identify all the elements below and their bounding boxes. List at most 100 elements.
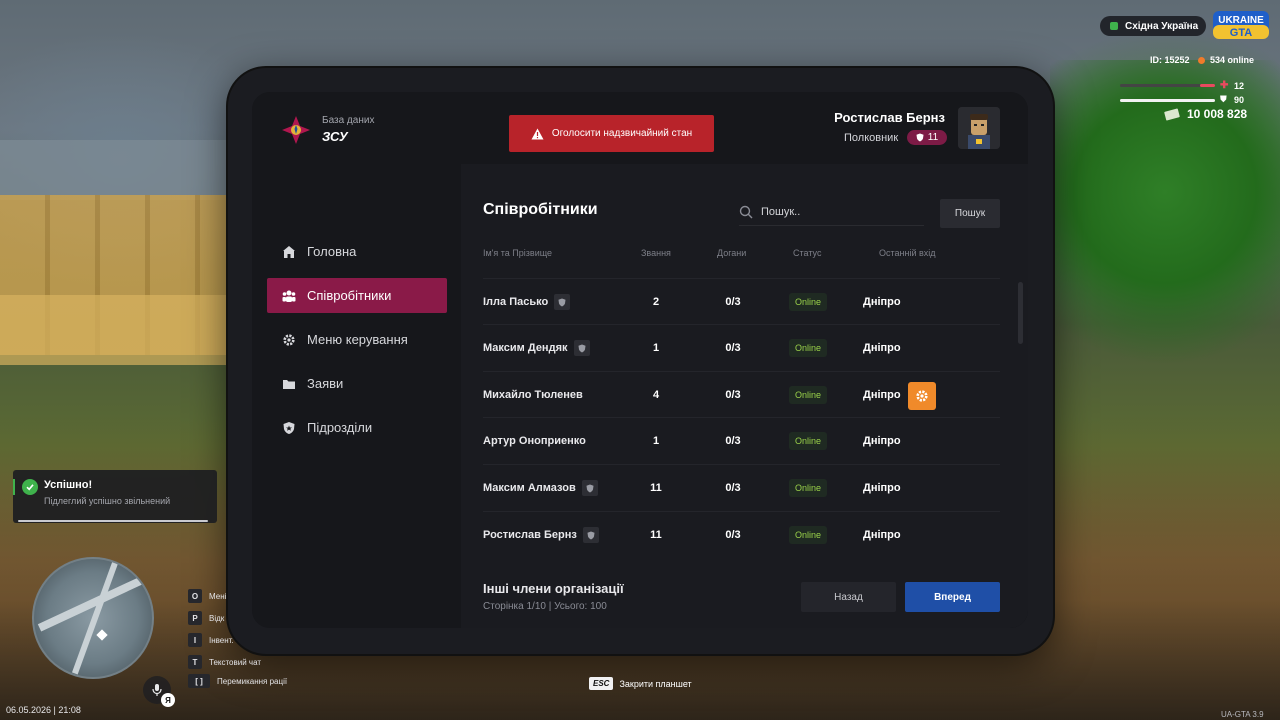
money-icon [1164, 107, 1180, 121]
table-row[interactable]: Ілла Пасько 2 0/3 Online Дніпро [483, 278, 1000, 325]
employee-last-login: Дніпро [863, 435, 901, 447]
health-icon: ✚ [1220, 80, 1229, 91]
rank-badge: 11 [907, 130, 947, 145]
employee-last-login: Дніпро [863, 482, 901, 494]
employee-name: Артур Оноприенко [483, 435, 586, 447]
column-header-status: Статус [793, 248, 822, 258]
check-icon [22, 479, 38, 495]
employee-name: Максим Алмазов [483, 465, 598, 511]
version-label: UA-GTA 3.9 [1221, 710, 1264, 719]
sidebar-item-applications[interactable]: Заяви [267, 366, 447, 401]
employee-rank: 4 [652, 389, 660, 401]
datetime: 06.05.2026 | 21:08 [6, 705, 81, 715]
table-row[interactable]: Михайло Тюленев 4 0/3 Online Дніпро [483, 371, 1000, 418]
sidebar-item-home[interactable]: Головна [267, 234, 447, 269]
minimap [32, 557, 154, 679]
sidebar-item-units[interactable]: Підрозділи [267, 410, 447, 445]
shield-icon [281, 420, 297, 436]
search-icon [739, 205, 753, 219]
table-row[interactable]: Максим Дендяк 1 0/3 Online Дніпро [483, 324, 1000, 371]
svg-text:GTA: GTA [1230, 27, 1252, 39]
toast-title: Успішно! [44, 479, 93, 491]
other-members-title: Інші члени організації [483, 581, 624, 596]
region-label: Східна Україна [1125, 20, 1199, 32]
background-building-low [0, 295, 235, 365]
status-badge: Online [789, 465, 828, 511]
employee-reprimands: 0/3 [725, 296, 741, 308]
success-toast: Успішно! Підлеглий успішно звільнений [13, 470, 217, 523]
employee-rank: 11 [650, 482, 662, 494]
toast-message: Підлеглий успішно звільнений [44, 496, 171, 506]
shield-icon [573, 340, 590, 356]
key-hint: O Мені [188, 589, 226, 603]
online-label: 534 online [1210, 55, 1255, 65]
money-value: 10 008 828 [1187, 107, 1248, 121]
health-value: 12 [1234, 81, 1245, 91]
sidebar-item-label: Підрозділи [307, 420, 373, 435]
search-input[interactable] [759, 205, 913, 219]
game-logo: UKRAINE GTA [1212, 10, 1270, 40]
employee-name: Ростислав Бернз [483, 512, 599, 558]
gear-icon [281, 332, 297, 348]
employee-rank: 11 [650, 529, 662, 541]
search-button[interactable]: Пошук [940, 199, 1000, 228]
toast-stripe [13, 479, 15, 495]
back-button[interactable]: Назад [801, 582, 896, 612]
shield-icon [554, 294, 571, 310]
column-header-last-login: Останній вхід [879, 248, 936, 258]
user-rank: Полковник [844, 132, 899, 144]
armor-bar [1120, 99, 1215, 102]
employee-reprimands: 0/3 [725, 482, 741, 494]
next-button[interactable]: Вперед [905, 582, 1000, 612]
page-info: Сторінка 1/10 | Усього: 100 [483, 601, 607, 612]
close-tablet-label: Закрити планшет [619, 678, 692, 689]
svg-text:UKRAINE: UKRAINE [1218, 15, 1264, 26]
warning-icon [531, 128, 544, 139]
sidebar: База даних ЗСУ Головна Співробітники Мен… [252, 92, 460, 628]
sidebar-item-label: Меню керування [307, 332, 408, 347]
esc-key: ESC [589, 677, 614, 690]
player-marker-icon [96, 629, 108, 641]
sidebar-item-label: Заяви [307, 376, 344, 391]
voice-badge: Я [161, 693, 175, 707]
emergency-label: Оголосити надзвичайний стан [551, 128, 693, 139]
column-header-reprimands: Догани [717, 248, 747, 258]
employee-last-login: Дніпро [863, 389, 901, 401]
shield-icon [582, 527, 599, 543]
emblem-logo [280, 114, 312, 146]
page-title: Співробітники [483, 201, 598, 218]
brand-subtitle: База даних [322, 115, 375, 126]
key-hint: P Відк [188, 611, 224, 625]
employee-name: Максим Дендяк [483, 325, 590, 371]
table-row[interactable]: Максим Алмазов 11 0/3 Online Дніпро [483, 464, 1000, 511]
avatar[interactable] [958, 107, 1000, 149]
money-display: 10 008 828 [1164, 107, 1248, 121]
user-name: Ростислав Бернз [834, 110, 945, 125]
search-box [739, 199, 924, 226]
employee-settings-button[interactable] [908, 382, 936, 410]
status-badge: Online [789, 279, 828, 325]
close-tablet-hint: ESC Закрити планшет [589, 677, 692, 690]
tablet-screen: База даних ЗСУ Головна Співробітники Мен… [252, 92, 1028, 628]
table-row[interactable]: Артур Оноприенко 1 0/3 Online Дніпро [483, 417, 1000, 464]
home-icon [281, 244, 297, 260]
brand-title: ЗСУ [322, 129, 348, 144]
table-row[interactable]: Ростислав Бернз 11 0/3 Online Дніпро [483, 511, 1000, 558]
armor-icon: ⛊ [1220, 94, 1227, 104]
sidebar-item-control-menu[interactable]: Меню керування [267, 322, 447, 357]
status-badge: Online [789, 512, 828, 558]
declare-emergency-button[interactable]: Оголосити надзвичайний стан [509, 115, 714, 152]
health-bar-fill [1200, 84, 1215, 87]
toast-progress [18, 520, 208, 522]
employee-last-login: Дніпро [863, 296, 901, 308]
key-hint: T Текстовий чат [188, 655, 261, 669]
sidebar-item-label: Головна [307, 244, 357, 259]
employee-reprimands: 0/3 [725, 529, 741, 541]
column-header-rank: Звання [641, 248, 671, 258]
employee-last-login: Дніпро [863, 529, 901, 541]
sidebar-item-employees[interactable]: Співробітники [267, 278, 447, 313]
scrollbar[interactable] [1018, 282, 1023, 344]
region-icon [1110, 22, 1118, 30]
region-indicator: Східна Україна [1100, 16, 1206, 36]
status-badge: Online [789, 325, 828, 371]
